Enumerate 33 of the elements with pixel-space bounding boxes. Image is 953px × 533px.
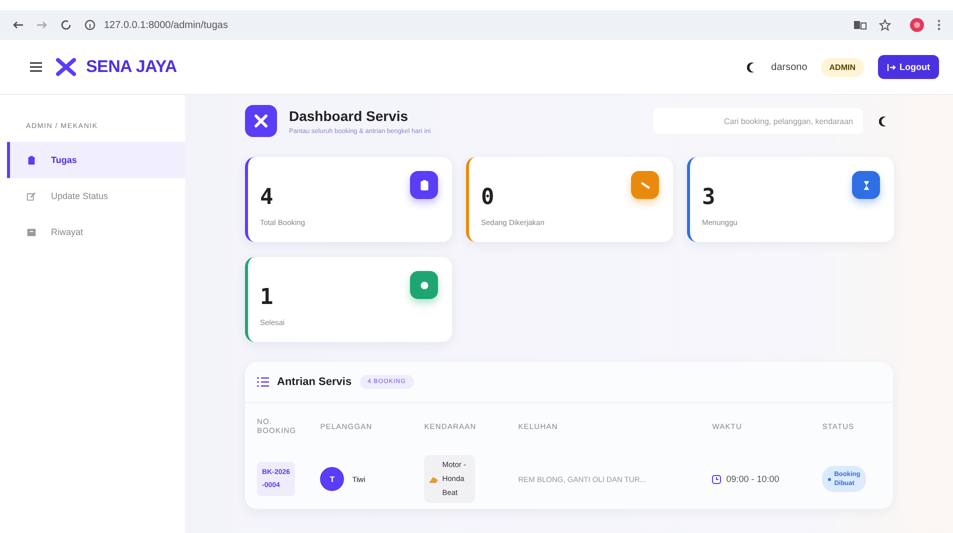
edit-icon	[26, 190, 37, 202]
clipboard-icon	[26, 154, 37, 166]
back-icon[interactable]	[12, 19, 24, 31]
sidebar-item[interactable]: Riwayat	[7, 214, 185, 250]
clipboard-icon	[418, 178, 430, 192]
translate-icon[interactable]	[853, 19, 867, 31]
info-icon[interactable]	[84, 19, 96, 31]
panel-title: Antrian Servis	[277, 376, 352, 388]
stat-value: 4	[260, 185, 274, 210]
search-field[interactable]: Cari booking, pelanggan, kendaraan	[653, 108, 863, 134]
brand-name: SENA JAYA	[86, 57, 177, 77]
reload-icon[interactable]	[60, 19, 72, 31]
star-icon[interactable]	[879, 19, 891, 31]
tools-icon	[254, 114, 268, 128]
page-title: Dashboard Servis	[289, 108, 410, 124]
avatar: T	[320, 467, 344, 491]
logout-button[interactable]: Logout	[878, 55, 939, 79]
clock-icon	[712, 474, 722, 484]
stat-value: 0	[481, 185, 496, 210]
stat-value: 1	[260, 285, 274, 310]
role-badge: ADMIN	[821, 58, 864, 76]
stat-value: 3	[702, 185, 716, 210]
archive-icon	[26, 226, 37, 238]
logo-icon	[56, 58, 76, 76]
time-range: 09:00 - 10:00	[712, 474, 798, 484]
sidebar-item[interactable]: Update Status	[7, 178, 185, 214]
logout-icon	[886, 62, 896, 72]
profile-icon[interactable]	[909, 17, 925, 33]
menu-icon[interactable]	[30, 62, 42, 72]
circle-icon	[418, 278, 430, 292]
sidebar-item[interactable]: Tugas	[7, 142, 185, 178]
user-name: darsono	[771, 62, 808, 72]
list-icon	[257, 377, 269, 387]
